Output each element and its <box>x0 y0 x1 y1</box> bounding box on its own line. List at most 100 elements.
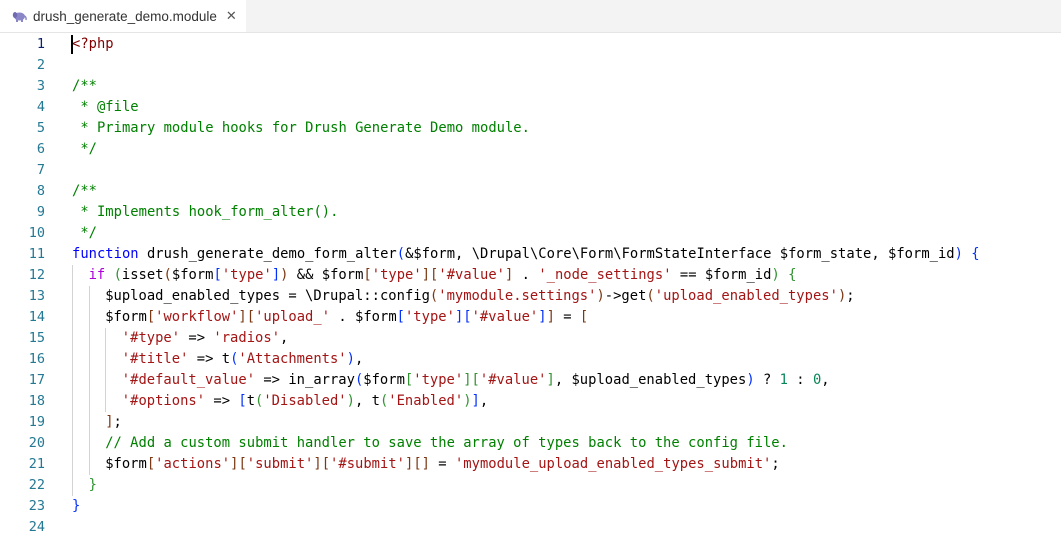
code-token: => in_array <box>255 372 355 388</box>
indent-guide <box>72 265 73 286</box>
code-token: <?php <box>72 36 114 52</box>
code-line[interactable]: 10 */ <box>0 223 1061 244</box>
code-line[interactable]: 11 function drush_generate_demo_form_alte… <box>0 244 1061 265</box>
code-token: isset <box>121 267 164 283</box>
code-token: : <box>787 372 813 388</box>
code-token: [ <box>146 456 156 472</box>
code-line[interactable]: 9 * Implements hook_form_alter(). <box>0 202 1061 223</box>
line-number: 21 <box>28 456 45 472</box>
code-token: '#type' <box>121 330 181 346</box>
code-token: [ <box>146 309 156 325</box>
code-token: ) <box>596 288 605 304</box>
line-number: 12 <box>28 267 45 283</box>
code-line[interactable]: 14 $form['workflow']['upload_' . $form['t… <box>0 307 1061 328</box>
line-number: 19 <box>28 414 45 430</box>
code-line[interactable]: 16 '#title' => t('Attachments'), <box>0 349 1061 370</box>
code-line[interactable]: 3 /** <box>0 76 1061 97</box>
indent-guide <box>72 307 73 328</box>
code-token: '#options' <box>121 393 206 409</box>
code-line[interactable]: 5 * Primary module hooks for Drush Gener… <box>0 118 1061 139</box>
code-token: ; <box>846 288 855 304</box>
code-token: /** <box>72 78 97 94</box>
code-text: */ <box>72 223 97 244</box>
php-elephant-icon <box>12 10 27 22</box>
code-token: $form <box>105 309 147 325</box>
indent-guide <box>72 391 73 412</box>
code-token: => t <box>188 351 231 367</box>
code-token: ) <box>346 351 355 367</box>
code-text: function drush_generate_demo_form_alter(… <box>72 244 980 265</box>
code-text: * @file <box>72 97 139 118</box>
code-token: &$form, \Drupal\Core\Form\FormStateInter… <box>405 246 955 262</box>
code-token: * Primary module hooks for Drush Generat… <box>72 120 530 136</box>
code-line[interactable]: 15 '#type' => 'radios', <box>0 328 1061 349</box>
code-token: } <box>88 477 97 493</box>
code-token: == $form_id <box>671 267 772 283</box>
code-token: '#value' <box>438 267 505 283</box>
line-number: 14 <box>28 309 45 325</box>
code-line[interactable]: 12 if (isset($form['type']) && $form['typ… <box>0 265 1061 286</box>
code-line[interactable]: 20 // Add a custom submit handler to save… <box>0 433 1061 454</box>
line-number: 2 <box>36 57 45 73</box>
tab-drush-generate-demo-module[interactable]: drush_generate_demo.module ✕ <box>0 0 246 32</box>
code-token: 'workflow' <box>155 309 239 325</box>
code-text: */ <box>72 139 97 160</box>
code-line[interactable]: 2 <box>0 55 1061 76</box>
code-token: 'Disabled' <box>263 393 347 409</box>
code-token: } <box>72 498 81 514</box>
indent-guide <box>88 370 90 391</box>
code-token: , t <box>354 393 380 409</box>
line-number: 11 <box>28 246 45 262</box>
code-token: '#submit' <box>330 456 405 472</box>
indent-guide <box>72 286 73 307</box>
code-token: t <box>246 393 256 409</box>
code-line[interactable]: 8 /** <box>0 181 1061 202</box>
code-token: [ <box>213 267 222 283</box>
code-token: 'submit' <box>246 456 314 472</box>
code-line[interactable]: 1 <?php <box>0 34 1061 55</box>
code-line[interactable]: 19]; <box>0 412 1061 433</box>
indent-guide <box>105 328 107 349</box>
code-token: if <box>88 267 106 283</box>
code-token: = <box>429 456 455 472</box>
line-number: 20 <box>28 435 45 451</box>
code-token: ( <box>396 246 406 262</box>
code-token: = <box>554 309 580 325</box>
line-number: 6 <box>36 141 45 157</box>
code-token: ] <box>546 372 555 388</box>
line-number: 4 <box>36 99 45 115</box>
code-token: $form <box>171 267 214 283</box>
code-line[interactable]: 21 $form['actions']['submit']['#submit'][… <box>0 454 1061 475</box>
code-line[interactable]: 17 '#default_value' => in_array($form['ty… <box>0 370 1061 391</box>
code-token: , <box>821 372 830 388</box>
code-line[interactable]: 13 $upload_enabled_types = \Drupal::confi… <box>0 286 1061 307</box>
code-text: <?php <box>72 34 114 55</box>
indent-guide <box>72 433 73 454</box>
code-text: // Add a custom submit handler to save t… <box>105 433 788 454</box>
code-token: ) <box>463 393 472 409</box>
code-line[interactable]: 4 * @file <box>0 97 1061 118</box>
line-number: 9 <box>36 204 45 220</box>
close-icon[interactable]: ✕ <box>226 8 237 24</box>
indent-guide <box>72 454 73 475</box>
code-line[interactable]: 7 <box>0 160 1061 181</box>
code-token: 'Enabled' <box>388 393 464 409</box>
code-token: && $form <box>288 267 364 283</box>
code-line[interactable]: 18 '#options' => [t('Disabled'), t('Enabl… <box>0 391 1061 412</box>
code-token: $form <box>105 456 147 472</box>
code-token: [ <box>396 309 405 325</box>
code-token: 1 <box>779 372 788 388</box>
code-line[interactable]: 22} <box>0 475 1061 496</box>
code-token: . $form <box>330 309 397 325</box>
code-token: => <box>180 330 214 346</box>
code-token: ) <box>346 393 355 409</box>
code-line[interactable]: 23} <box>0 496 1061 517</box>
code-token: 'actions' <box>155 456 231 472</box>
indent-guide <box>88 412 90 433</box>
code-line[interactable]: 6 */ <box>0 139 1061 160</box>
code-text: '#default_value' => in_array($form['type… <box>122 370 830 391</box>
code-line[interactable]: 24 <box>0 517 1061 538</box>
code-token: [ <box>404 372 414 388</box>
line-number: 17 <box>28 372 45 388</box>
